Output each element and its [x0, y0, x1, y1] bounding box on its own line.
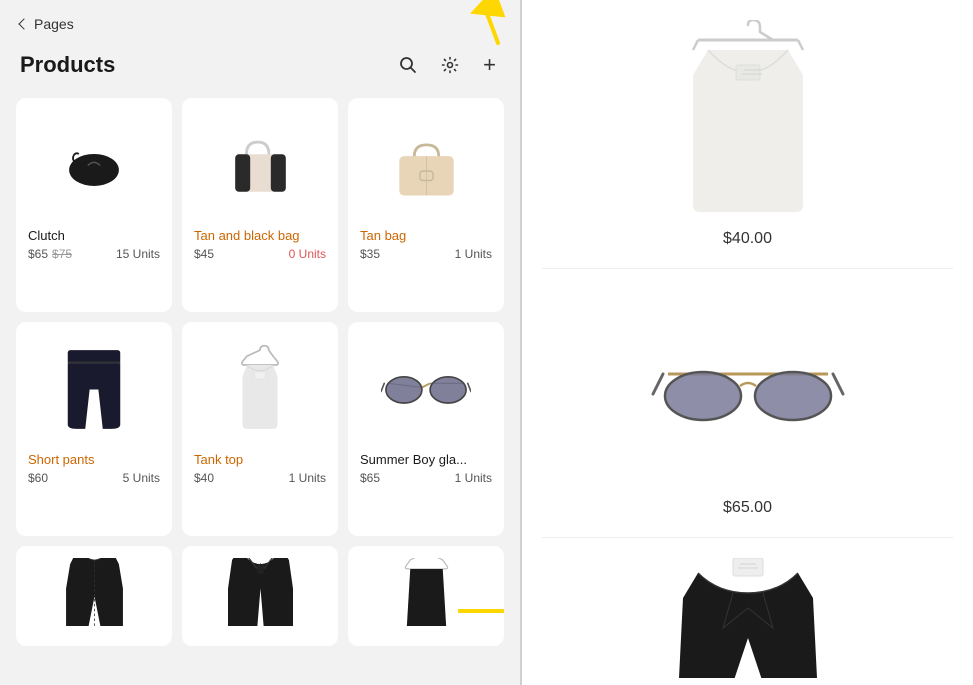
product-pricing-tank-top: $40 1 Units: [194, 471, 326, 485]
product-card-tank-top[interactable]: Tank top $40 1 Units: [182, 322, 338, 536]
search-button[interactable]: [395, 52, 421, 78]
product-card-tan-bag[interactable]: Tan bag $35 1 Units: [348, 98, 504, 312]
product-units-sunglasses: 1 Units: [455, 471, 492, 485]
add-button-container: +: [479, 48, 500, 82]
product-image-tan-black-bag: [194, 110, 326, 220]
product-price-tan-black-bag: $45: [194, 247, 214, 261]
product-image-tank-top: [194, 334, 326, 444]
sunglasses-small-image: [381, 362, 471, 417]
pants-image: [59, 342, 129, 437]
product-image-robe1: [28, 558, 160, 626]
product-pricing-clutch: $65$75 15 Units: [28, 247, 160, 261]
product-image-dress1: [360, 558, 492, 626]
right-product-image-sunglasses: [648, 289, 848, 489]
tan-black-bag-image: [218, 128, 303, 203]
products-grid: Clutch $65$75 15 Units Tan and black ba: [0, 98, 520, 685]
page-title: Products: [20, 52, 115, 78]
product-name-short-pants: Short pants: [28, 452, 160, 467]
product-units-short-pants: 5 Units: [123, 471, 160, 485]
product-name-tan-black-bag: Tan and black bag: [194, 228, 326, 243]
right-panel: $40.00 $65.00: [522, 0, 973, 685]
product-card-dress1[interactable]: [348, 546, 504, 646]
sunglasses-large-image: [648, 344, 848, 434]
right-product-image-tank: [668, 20, 828, 220]
product-card-suit1[interactable]: [182, 546, 338, 646]
product-name-tank-top: Tank top: [194, 452, 326, 467]
panel-header: Products +: [0, 40, 520, 98]
product-card-clutch[interactable]: Clutch $65$75 15 Units: [16, 98, 172, 312]
product-pricing-tan-black-bag: $45 0 Units: [194, 247, 326, 261]
robe-large-image: [668, 558, 828, 678]
product-name-clutch: Clutch: [28, 228, 160, 243]
clutch-image: [54, 133, 134, 198]
product-image-tan-bag: [360, 110, 492, 220]
product-name-sunglasses: Summer Boy gla...: [360, 452, 492, 467]
product-price-sunglasses: $65: [360, 471, 380, 485]
product-card-sunglasses[interactable]: Summer Boy gla... $65 1 Units: [348, 322, 504, 536]
settings-button[interactable]: [437, 52, 463, 78]
product-pricing-short-pants: $60 5 Units: [28, 471, 160, 485]
right-product-image-robe: [668, 558, 828, 678]
back-navigation[interactable]: Pages: [0, 0, 520, 40]
product-units-tan-black-bag: 0 Units: [289, 247, 326, 261]
product-card-tan-black-bag[interactable]: Tan and black bag $45 0 Units: [182, 98, 338, 312]
right-product-price-sunglasses: $65.00: [723, 499, 772, 517]
chevron-left-icon: [18, 18, 29, 29]
suit1-image: [228, 558, 293, 626]
robe1-image: [62, 558, 127, 626]
product-image-suit1: [194, 558, 326, 626]
right-product-price-tank: $40.00: [723, 230, 772, 248]
right-product-robe: [542, 558, 953, 685]
product-image-clutch: [28, 110, 160, 220]
back-label: Pages: [34, 16, 74, 32]
product-price-clutch: $65$75: [28, 247, 72, 261]
right-product-sunglasses: $65.00: [542, 289, 953, 538]
tank-top-large-image: [668, 20, 828, 220]
product-units-tank-top: 1 Units: [289, 471, 326, 485]
gear-icon: [441, 56, 459, 74]
product-price-tank-top: $40: [194, 471, 214, 485]
product-price-tan-bag: $35: [360, 247, 380, 261]
add-button[interactable]: +: [479, 48, 500, 82]
left-panel: Pages Products +: [0, 0, 520, 685]
product-pricing-tan-bag: $35 1 Units: [360, 247, 492, 261]
product-units-clutch: 15 Units: [116, 247, 160, 261]
header-icons: +: [395, 48, 500, 82]
right-product-tank: $40.00: [542, 20, 953, 269]
product-card-short-pants[interactable]: Short pants $60 5 Units: [16, 322, 172, 536]
tan-bag-image: [384, 128, 469, 203]
dress1-image: [394, 558, 459, 626]
product-image-short-pants: [28, 334, 160, 444]
product-pricing-sunglasses: $65 1 Units: [360, 471, 492, 485]
tank-top-small-image: [225, 342, 295, 437]
product-name-tan-bag: Tan bag: [360, 228, 492, 243]
product-image-sunglasses: [360, 334, 492, 444]
product-units-tan-bag: 1 Units: [455, 247, 492, 261]
search-icon: [399, 56, 417, 74]
product-price-short-pants: $60: [28, 471, 48, 485]
product-card-robe1[interactable]: [16, 546, 172, 646]
